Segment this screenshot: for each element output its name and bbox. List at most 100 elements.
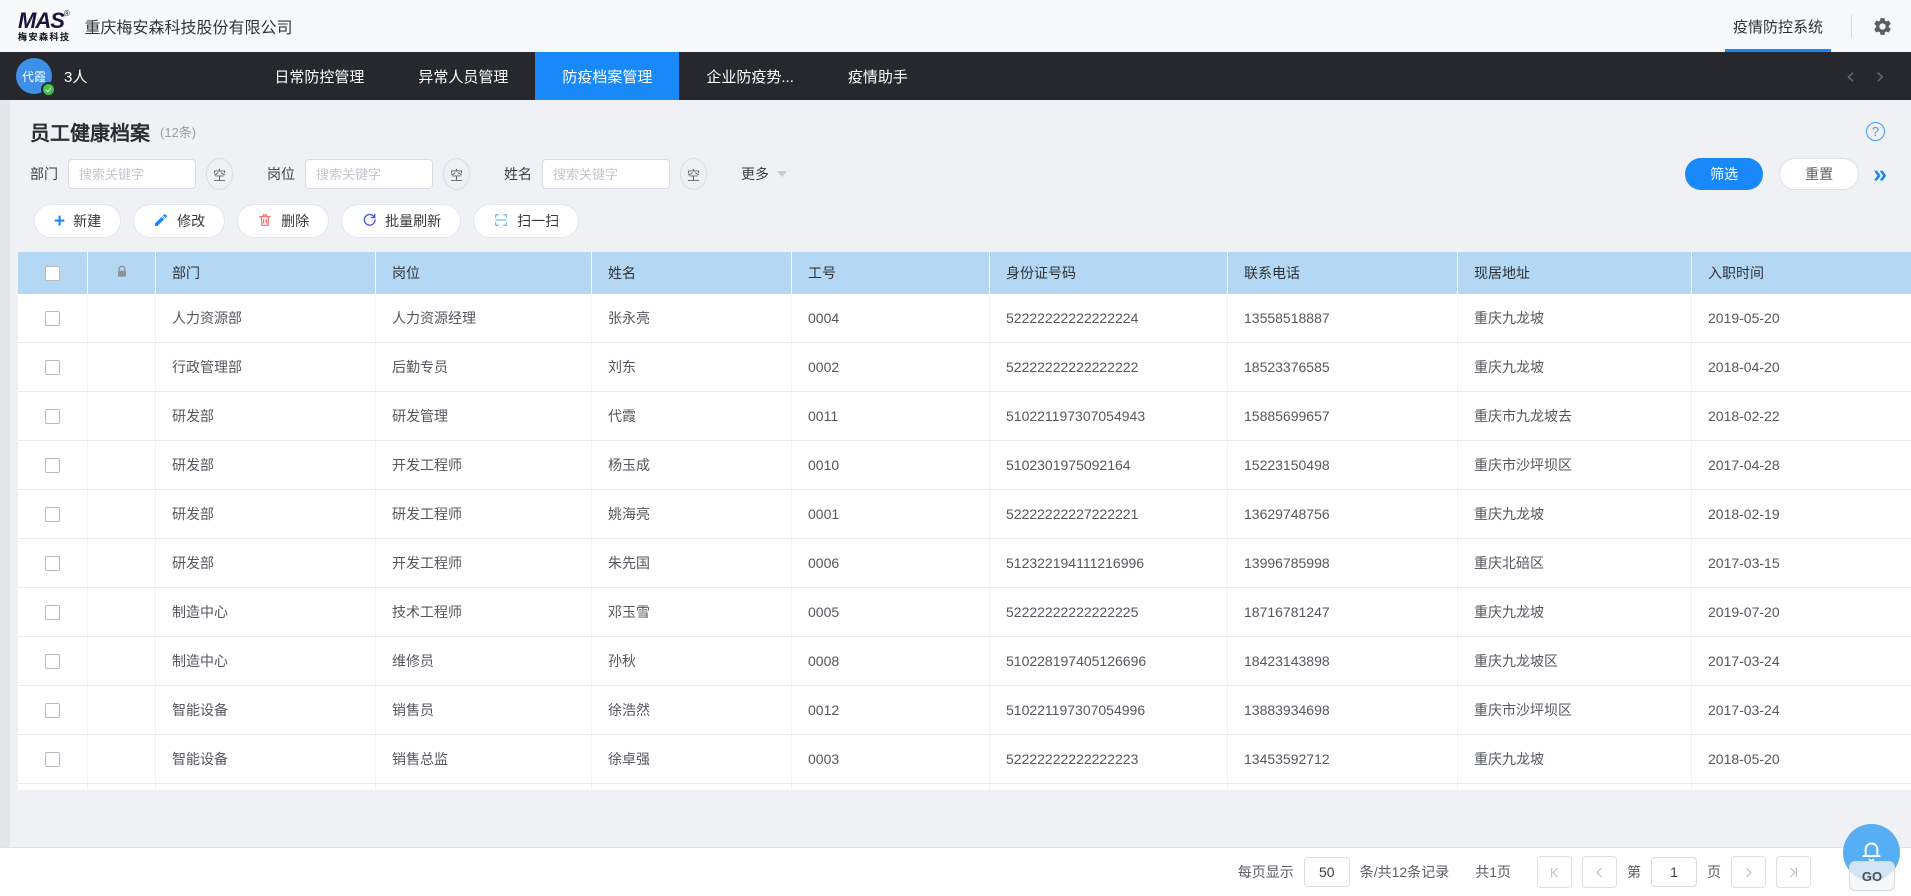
tab-daily-prevention[interactable]: 日常防控管理	[247, 52, 391, 100]
column-header-empno[interactable]: 工号	[792, 252, 990, 294]
table-row: 制造中心技术工程师邓玉雪0005522222222222222251871678…	[18, 588, 1911, 637]
select-all-checkbox[interactable]	[45, 266, 60, 281]
first-page-button[interactable]	[1537, 856, 1572, 888]
filter-actions: 筛选 重置 »	[1685, 158, 1885, 190]
gear-icon[interactable]	[1872, 16, 1893, 37]
table-row-partial	[18, 784, 1911, 790]
row-checkbox[interactable]	[45, 605, 60, 620]
row-checkbox[interactable]	[45, 654, 60, 669]
tab-abnormal-personnel[interactable]: 异常人员管理	[391, 52, 535, 100]
chevron-right-icon[interactable]: ›	[1875, 64, 1885, 88]
action-toolbar: + 新建 修改 删除 批量刷新 扫一扫	[4, 204, 1911, 238]
column-header-position[interactable]: 岗位	[376, 252, 592, 294]
reset-button[interactable]: 重置	[1779, 158, 1859, 190]
filter-bar: 部门 空 岗位 空 姓名 空 更多 筛选 重置 »	[0, 158, 1911, 190]
table-row: 研发部研发工程师姚海亮00015222222222722222113629748…	[18, 490, 1911, 539]
cell-hire_date: 2018-02-22	[1692, 392, 1911, 440]
row-select-cell	[18, 588, 88, 636]
row-select-cell	[18, 490, 88, 538]
column-header-hiredate[interactable]: 入职时间	[1692, 252, 1911, 294]
cell-address: 重庆九龙坡区	[1458, 637, 1692, 685]
page-number-input[interactable]	[1651, 857, 1697, 887]
cell-emp_no: 0001	[792, 490, 990, 538]
cell-position: 人力资源经理	[376, 294, 592, 342]
tab-prevention-archives[interactable]: 防疫档案管理	[535, 52, 679, 100]
nav-tabs: 日常防控管理 异常人员管理 防疫档案管理 企业防疫势... 疫情助手	[247, 52, 935, 100]
name-empty-button[interactable]: 空	[680, 158, 707, 190]
help-icon[interactable]: ?	[1866, 122, 1885, 141]
batch-refresh-button[interactable]: 批量刷新	[341, 204, 461, 238]
employee-table: 部门 岗位 姓名 工号 身份证号码 联系电话 现居地址 入职时间 人力资源部人力…	[18, 252, 1911, 790]
column-header-address[interactable]: 现居地址	[1458, 252, 1692, 294]
position-search-input[interactable]	[305, 159, 433, 189]
cell-dept: 研发部	[156, 392, 376, 440]
column-header-idcard[interactable]: 身份证号码	[990, 252, 1228, 294]
row-checkbox[interactable]	[45, 360, 60, 375]
cell-name: 代霞	[592, 392, 792, 440]
row-checkbox[interactable]	[45, 703, 60, 718]
chevron-down-icon	[777, 171, 787, 177]
table-header: 部门 岗位 姓名 工号 身份证号码 联系电话 现居地址 入职时间	[18, 252, 1911, 294]
scan-button[interactable]: 扫一扫	[473, 204, 579, 238]
filter-group-name: 姓名 空	[504, 158, 707, 190]
row-checkbox[interactable]	[45, 311, 60, 326]
cell-address: 重庆九龙坡	[1458, 294, 1692, 342]
row-lock-cell	[88, 637, 156, 685]
row-checkbox[interactable]	[45, 556, 60, 571]
logo-brand: MAS®	[18, 10, 70, 32]
cell-address: 重庆市沙坪坝区	[1458, 686, 1692, 734]
row-select-cell	[18, 392, 88, 440]
create-button[interactable]: + 新建	[34, 204, 121, 238]
cell-dept: 人力资源部	[156, 294, 376, 342]
row-select-cell	[18, 735, 88, 783]
column-header-dept[interactable]: 部门	[156, 252, 376, 294]
cell-address: 重庆市九龙坡去	[1458, 392, 1692, 440]
page-suffix-label: 页	[1707, 862, 1721, 882]
last-page-button[interactable]	[1776, 856, 1811, 888]
row-lock-cell	[88, 686, 156, 734]
row-checkbox[interactable]	[45, 507, 60, 522]
system-name-tab[interactable]: 疫情防控系统	[1725, 0, 1831, 52]
cell-id_card: 510221197307054943	[990, 392, 1228, 440]
tab-epidemic-assistant[interactable]: 疫情助手	[821, 52, 935, 100]
cell-hire_date: 2017-03-24	[1692, 637, 1911, 685]
delete-button[interactable]: 删除	[237, 204, 329, 238]
lock-icon	[114, 264, 130, 283]
top-right-group: 疫情防控系统	[1725, 0, 1893, 52]
row-checkbox[interactable]	[45, 752, 60, 767]
delete-label: 删除	[281, 211, 309, 231]
cell-hire_date: 2019-05-20	[1692, 294, 1911, 342]
edit-button[interactable]: 修改	[133, 204, 225, 238]
row-lock-cell	[88, 735, 156, 783]
more-filters-toggle[interactable]: 更多	[741, 164, 787, 184]
go-button[interactable]: GO	[1849, 861, 1895, 891]
cell-hire_date: 2017-03-15	[1692, 539, 1911, 587]
nav-scroll-arrows: ‹ ›	[1846, 64, 1895, 88]
chevron-left-icon[interactable]: ‹	[1846, 64, 1856, 88]
cell-address: 重庆九龙坡	[1458, 490, 1692, 538]
position-empty-button[interactable]: 空	[443, 158, 470, 190]
row-checkbox[interactable]	[45, 409, 60, 424]
avatar-name: 代霞	[22, 68, 46, 85]
dept-empty-button[interactable]: 空	[206, 158, 233, 190]
tab-enterprise-prevention[interactable]: 企业防疫势...	[679, 52, 821, 100]
column-header-name[interactable]: 姓名	[592, 252, 792, 294]
column-header-phone[interactable]: 联系电话	[1228, 252, 1458, 294]
cell-emp_no: 0003	[792, 735, 990, 783]
cell-phone: 18423143898	[1228, 637, 1458, 685]
filter-button[interactable]: 筛选	[1685, 158, 1763, 190]
next-page-button[interactable]	[1731, 856, 1766, 888]
table-row: 智能设备销售总监徐卓强00035222222222222222313453592…	[18, 735, 1911, 784]
prev-page-button[interactable]	[1582, 856, 1617, 888]
avatar[interactable]: 代霞	[16, 58, 52, 94]
per-page-input[interactable]	[1304, 857, 1350, 887]
cell-dept: 智能设备	[156, 735, 376, 783]
top-header: MAS® 梅安森科技 重庆梅安森科技股份有限公司 疫情防控系统	[0, 0, 1911, 52]
cell-id_card: 510221197307054996	[990, 686, 1228, 734]
dept-search-input[interactable]	[68, 159, 196, 189]
cell-emp_no: 0004	[792, 294, 990, 342]
name-search-input[interactable]	[542, 159, 670, 189]
expand-double-chevron-icon[interactable]: »	[1873, 162, 1885, 187]
row-checkbox[interactable]	[45, 458, 60, 473]
refresh-icon	[361, 212, 377, 231]
